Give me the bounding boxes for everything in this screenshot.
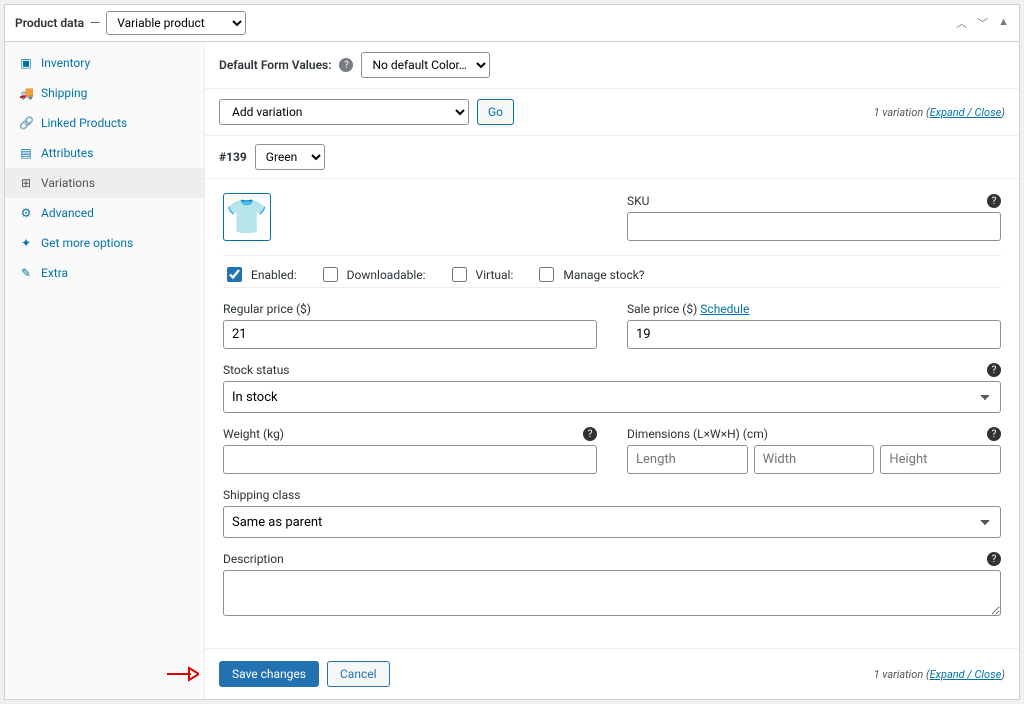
variation-image[interactable]: 👕 bbox=[223, 193, 271, 241]
variation-body: 👕 SKU ? Enabled: Downloadable: Virtual: … bbox=[205, 179, 1019, 648]
sidebar-item-label: Get more options bbox=[41, 236, 133, 250]
sidebar-item-label: Variations bbox=[41, 176, 95, 190]
description-label: Description bbox=[223, 552, 1001, 566]
height-input[interactable] bbox=[880, 445, 1001, 474]
stock-status-select[interactable]: In stock bbox=[223, 381, 1001, 413]
variation-color-select[interactable]: Green bbox=[255, 144, 325, 170]
variation-checks: Enabled: Downloadable: Virtual: Manage s… bbox=[223, 255, 1001, 288]
panel-title: Product data bbox=[15, 16, 84, 30]
downloadable-checkbox[interactable] bbox=[323, 267, 338, 282]
variations-footer: Save changes Cancel 1 variation (Expand … bbox=[205, 648, 1019, 699]
help-icon[interactable]: ? bbox=[987, 427, 1001, 441]
variation-meta: 1 variation (Expand / Close) bbox=[874, 106, 1005, 119]
defaults-label: Default Form Values: bbox=[219, 58, 331, 72]
regular-price-label: Regular price ($) bbox=[223, 302, 597, 316]
sidebar-item-label: Attributes bbox=[41, 146, 93, 160]
panel-header: Product data — Variable product ︿ ﹀ ▲ bbox=[5, 5, 1019, 42]
header-toggles: ︿ ﹀ ▲ bbox=[956, 15, 1009, 31]
stock-status-label: Stock status bbox=[223, 363, 1001, 377]
chevron-up-icon[interactable]: ︿ bbox=[956, 15, 967, 31]
virtual-check[interactable]: Virtual: bbox=[448, 264, 514, 285]
sku-input[interactable] bbox=[627, 212, 1001, 241]
add-variation-select[interactable]: Add variation bbox=[219, 99, 469, 125]
panel-sidebar: ▣ Inventory 🚚 Shipping 🔗 Linked Products… bbox=[5, 42, 205, 699]
go-button[interactable]: Go bbox=[477, 99, 514, 125]
schedule-link[interactable]: Schedule bbox=[700, 302, 749, 316]
manage-stock-check[interactable]: Manage stock? bbox=[535, 264, 644, 285]
gear-icon: ⚙ bbox=[19, 206, 33, 220]
sidebar-item-label: Shipping bbox=[41, 86, 87, 100]
chevron-down-icon[interactable]: ﹀ bbox=[977, 15, 988, 31]
product-type-select[interactable]: Variable product bbox=[106, 11, 246, 35]
expand-close-link[interactable]: Expand / Close bbox=[930, 106, 1002, 119]
dimensions-label: Dimensions (L×W×H) (cm) bbox=[627, 427, 1001, 441]
variation-meta-footer: 1 variation (Expand / Close) bbox=[874, 668, 1005, 681]
shipping-class-label: Shipping class bbox=[223, 488, 1001, 502]
sidebar-item-shipping[interactable]: 🚚 Shipping bbox=[5, 78, 204, 108]
help-icon[interactable]: ? bbox=[583, 427, 597, 441]
enabled-check[interactable]: Enabled: bbox=[223, 264, 297, 285]
width-input[interactable] bbox=[754, 445, 875, 474]
virtual-checkbox[interactable] bbox=[452, 267, 467, 282]
sidebar-item-label: Inventory bbox=[41, 56, 90, 70]
product-data-panel: Product data — Variable product ︿ ﹀ ▲ ▣ … bbox=[4, 4, 1020, 700]
shipping-class-select[interactable]: Same as parent bbox=[223, 506, 1001, 538]
variations-icon: ⊞ bbox=[19, 176, 33, 190]
sparkle-icon: ✦ bbox=[19, 236, 33, 250]
help-icon[interactable]: ? bbox=[339, 58, 353, 72]
variation-header[interactable]: #139 Green bbox=[205, 136, 1019, 179]
sidebar-item-inventory[interactable]: ▣ Inventory bbox=[5, 48, 204, 78]
length-input[interactable] bbox=[627, 445, 748, 474]
variation-count: 1 variation bbox=[874, 106, 924, 119]
variation-count: 1 variation bbox=[874, 668, 924, 681]
sidebar-item-linked[interactable]: 🔗 Linked Products bbox=[5, 108, 204, 138]
cancel-button[interactable]: Cancel bbox=[327, 661, 390, 687]
weight-input[interactable] bbox=[223, 445, 597, 474]
variations-main: Default Form Values: ? No default Color…… bbox=[205, 42, 1019, 699]
manage-stock-checkbox[interactable] bbox=[539, 267, 554, 282]
help-icon[interactable]: ? bbox=[987, 552, 1001, 566]
attributes-icon: ▤ bbox=[19, 146, 33, 160]
sidebar-item-extra[interactable]: ✎ Extra bbox=[5, 258, 204, 288]
sidebar-item-attributes[interactable]: ▤ Attributes bbox=[5, 138, 204, 168]
enabled-checkbox[interactable] bbox=[227, 267, 242, 282]
help-icon[interactable]: ? bbox=[987, 194, 1001, 208]
pencil-icon: ✎ bbox=[19, 266, 33, 280]
add-variation-bar: Add variation Go 1 variation (Expand / C… bbox=[205, 89, 1019, 136]
title-dash: — bbox=[90, 16, 100, 31]
inventory-icon: ▣ bbox=[19, 56, 33, 70]
sidebar-item-more[interactable]: ✦ Get more options bbox=[5, 228, 204, 258]
sidebar-item-label: Linked Products bbox=[41, 116, 127, 130]
sale-price-label: Sale price ($) Schedule bbox=[627, 302, 1001, 316]
default-color-select[interactable]: No default Color… bbox=[361, 52, 490, 78]
tshirt-icon: 👕 bbox=[226, 200, 268, 234]
sidebar-item-label: Advanced bbox=[41, 206, 94, 220]
collapse-icon[interactable]: ▲ bbox=[998, 15, 1009, 31]
link-icon: 🔗 bbox=[19, 116, 33, 130]
weight-label: Weight (kg) bbox=[223, 427, 597, 441]
sku-label: SKU bbox=[627, 194, 1001, 208]
shipping-icon: 🚚 bbox=[19, 86, 33, 100]
sidebar-item-advanced[interactable]: ⚙ Advanced bbox=[5, 198, 204, 228]
sidebar-item-variations[interactable]: ⊞ Variations bbox=[5, 168, 204, 198]
defaults-bar: Default Form Values: ? No default Color… bbox=[205, 42, 1019, 89]
save-changes-button[interactable]: Save changes bbox=[219, 661, 319, 687]
sale-price-input[interactable] bbox=[627, 320, 1001, 349]
help-icon[interactable]: ? bbox=[987, 363, 1001, 377]
variation-id: #139 bbox=[219, 150, 247, 164]
regular-price-input[interactable] bbox=[223, 320, 597, 349]
panel-body: ▣ Inventory 🚚 Shipping 🔗 Linked Products… bbox=[5, 42, 1019, 699]
annotation-arrow-icon bbox=[165, 664, 199, 684]
downloadable-check[interactable]: Downloadable: bbox=[319, 264, 426, 285]
expand-close-link[interactable]: Expand / Close bbox=[930, 668, 1002, 681]
sidebar-item-label: Extra bbox=[41, 266, 68, 280]
